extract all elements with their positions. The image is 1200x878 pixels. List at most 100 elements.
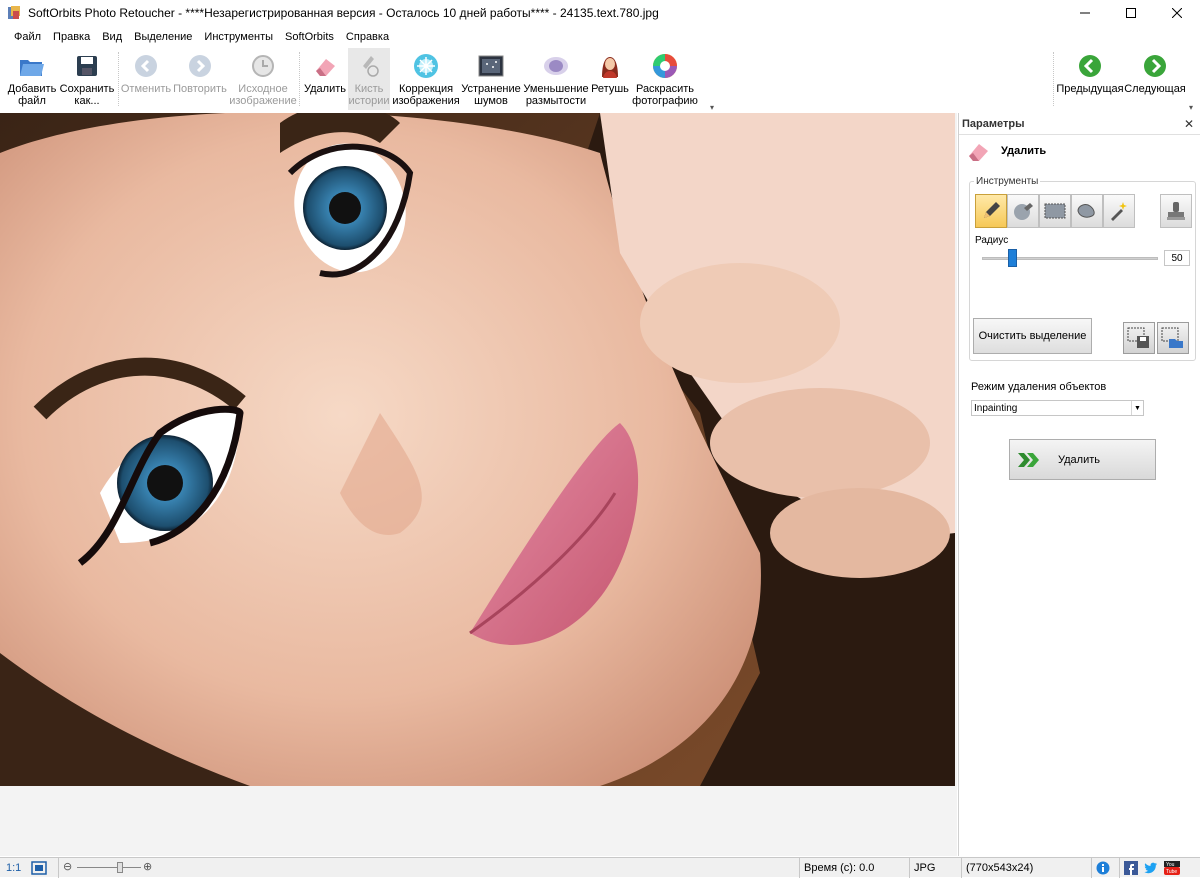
woman-portrait-icon	[595, 51, 625, 81]
pencil-tool-button[interactable]	[975, 194, 1007, 228]
menu-selection[interactable]: Выделение	[128, 31, 198, 43]
rectangle-selection-icon	[1044, 203, 1066, 219]
stamp-tool-button[interactable]	[1160, 194, 1192, 228]
chevron-down-icon[interactable]: ▼	[1131, 401, 1143, 415]
pencil-icon	[984, 202, 1000, 218]
social-links: You Tube	[1119, 858, 1200, 878]
tools-group-label: Инструменты	[974, 176, 1041, 187]
undo-label: Отменить	[120, 83, 172, 95]
image-canvas[interactable]	[0, 113, 957, 856]
redo-arrow-icon	[185, 51, 215, 81]
toolbar-overflow-icon[interactable]: ▾	[710, 103, 714, 112]
arrow-right-icon	[1140, 51, 1170, 81]
stamp-icon	[1167, 202, 1185, 220]
svg-text:You: You	[1166, 862, 1175, 868]
green-arrows-icon	[1018, 453, 1039, 467]
blur-icon	[541, 51, 571, 81]
format-status: JPG	[909, 858, 961, 878]
maximize-icon	[1126, 8, 1136, 18]
save-selection-icon	[1127, 327, 1149, 348]
undo-button[interactable]: Отменить	[120, 48, 172, 110]
parameters-header: Параметры ✕	[959, 113, 1200, 135]
lasso-icon	[1077, 204, 1095, 218]
history-brush-label: Кисть истории	[348, 83, 390, 107]
zoom-in-icon[interactable]: ⊕	[143, 860, 152, 873]
deblur-button[interactable]: Уменьшение размытости	[522, 48, 590, 110]
removal-mode-select[interactable]: Inpainting ▼	[971, 400, 1144, 416]
magic-wand-tool-button[interactable]	[1103, 194, 1135, 228]
previous-label: Предыдущая	[1056, 83, 1124, 95]
folder-open-icon	[17, 51, 47, 81]
radius-label: Радиус	[975, 235, 1009, 246]
twitter-icon[interactable]	[1144, 861, 1158, 875]
tool-title: Удалить	[965, 140, 1046, 162]
radius-value-field[interactable]: 50	[1164, 250, 1190, 266]
eraser-icon	[310, 51, 340, 81]
info-button[interactable]	[1091, 858, 1119, 878]
panel-close-icon[interactable]: ✕	[1184, 117, 1194, 131]
title-bar: SoftOrbits Photo Retoucher - ****Незарег…	[0, 0, 1200, 26]
toolbar-overflow-right-icon[interactable]: ▾	[1189, 103, 1193, 112]
original-image-label: Исходное изображение	[229, 83, 297, 107]
eraser-tool-button[interactable]	[1007, 194, 1039, 228]
clear-selection-button[interactable]: Очистить выделение	[973, 318, 1092, 354]
minimize-button[interactable]	[1062, 0, 1108, 26]
remove-objects-button[interactable]: Удалить	[1009, 439, 1156, 480]
denoise-label: Устранение шумов	[461, 83, 521, 107]
photo[interactable]	[0, 113, 955, 786]
next-button[interactable]: Следующая	[1124, 48, 1186, 110]
zoom-out-icon[interactable]: ⊖	[63, 860, 72, 873]
save-selection-button[interactable]	[1123, 322, 1155, 354]
menu-file[interactable]: Файл	[8, 31, 47, 43]
zoom-thumb[interactable]	[117, 862, 123, 873]
radius-slider-thumb[interactable]	[1008, 249, 1017, 267]
colorize-button[interactable]: Раскрасить фотографию	[630, 48, 700, 110]
zoom-ratio-button[interactable]: 1:1	[6, 862, 21, 874]
redo-button[interactable]: Повторить	[172, 48, 228, 110]
save-as-label: Сохранить как...	[59, 83, 115, 107]
remove-tool-button[interactable]: Удалить	[302, 48, 348, 110]
remove-objects-label: Удалить	[1058, 453, 1100, 466]
eraser-selection-icon	[1014, 203, 1033, 220]
youtube-icon[interactable]: YouTube	[1164, 861, 1180, 875]
toolbar: Добавить файл Сохранить как... Отменить …	[0, 48, 1200, 112]
info-icon	[1096, 861, 1110, 875]
original-image-button[interactable]: Исходное изображение	[229, 48, 297, 110]
app-icon	[8, 6, 20, 19]
svg-text:Tube: Tube	[1166, 869, 1177, 875]
save-as-button[interactable]: Сохранить как...	[58, 48, 116, 110]
maximize-button[interactable]	[1108, 0, 1154, 26]
close-button[interactable]	[1154, 0, 1200, 26]
clock-icon	[248, 51, 278, 81]
portrait-photo	[0, 113, 955, 786]
undo-arrow-icon	[131, 51, 161, 81]
add-file-button[interactable]: Добавить файл	[4, 48, 60, 110]
zoom-slider[interactable]: ⊖ ⊕	[58, 858, 156, 878]
lasso-tool-button[interactable]	[1071, 194, 1103, 228]
menu-help[interactable]: Справка	[340, 31, 395, 43]
save-icon	[72, 51, 102, 81]
menu-view[interactable]: Вид	[96, 31, 128, 43]
menu-bar: Файл Правка Вид Выделение Инструменты So…	[0, 27, 1200, 47]
color-wheel-icon	[650, 51, 680, 81]
image-correction-button[interactable]: Коррекция изображения	[392, 48, 460, 110]
retouch-button[interactable]: Ретушь	[590, 48, 630, 110]
rect-select-tool-button[interactable]	[1039, 194, 1071, 228]
magic-wand-icon	[1111, 202, 1127, 221]
facebook-icon[interactable]	[1124, 861, 1138, 875]
previous-button[interactable]: Предыдущая	[1056, 48, 1124, 110]
denoise-button[interactable]: Устранение шумов	[461, 48, 521, 110]
removal-mode-label: Режим удаления объектов	[971, 381, 1107, 393]
colorize-label: Раскрасить фотографию	[632, 83, 698, 107]
noise-icon	[476, 51, 506, 81]
tools-group: Инструменты Радиус 50 Очистить выделение	[969, 176, 1196, 361]
menu-tools[interactable]: Инструменты	[198, 31, 279, 43]
arrow-left-icon	[1075, 51, 1105, 81]
load-selection-button[interactable]	[1157, 322, 1189, 354]
fit-screen-icon[interactable]	[31, 861, 47, 875]
menu-edit[interactable]: Правка	[47, 31, 96, 43]
parameters-title: Параметры	[962, 117, 1025, 130]
menu-softorbits[interactable]: SoftOrbits	[279, 31, 340, 43]
redo-label: Повторить	[173, 83, 227, 95]
history-brush-button[interactable]: Кисть истории	[348, 48, 390, 110]
